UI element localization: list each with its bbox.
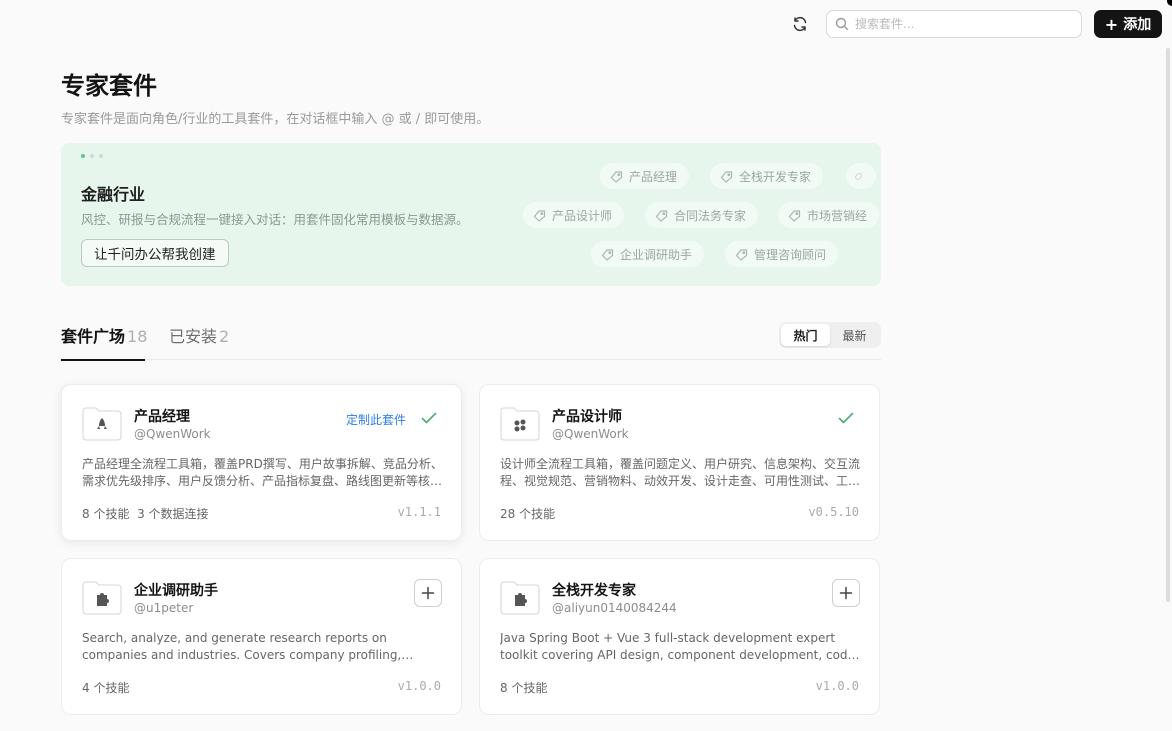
sort-latest[interactable]: 最新 (830, 324, 879, 346)
refresh-button[interactable] (788, 12, 812, 36)
card-description: 设计师全流程工具箱，覆盖问题定义、用户研究、信息架构、交互流程、视觉规范、营销物… (500, 457, 861, 488)
card-title: 全栈开发专家 (552, 583, 636, 599)
suite-card[interactable]: 产品设计师 @QwenWork 设计师全流程工具箱，覆盖问题定义、用户研究、信息… (479, 384, 880, 541)
card-version: v1.0.0 (397, 679, 441, 693)
install-button[interactable] (832, 579, 860, 607)
puzzle-folder-icon (82, 581, 122, 615)
tab-installed[interactable]: 已安装 2 (169, 323, 229, 360)
role-chip: 企业调研助手 (591, 241, 705, 267)
card-author: @u1peter (134, 601, 194, 615)
carousel-dot[interactable] (90, 154, 94, 158)
sort-hot[interactable]: 热门 (781, 324, 830, 346)
tag-icon (788, 209, 801, 222)
tab-bar: 套件广场 18 已安装 2 (61, 323, 881, 361)
add-button-label: 添加 (1123, 17, 1152, 33)
plus-icon: + (1104, 14, 1119, 34)
card-version: v0.5.10 (808, 505, 859, 519)
page-subtitle: 专家套件是面向角色/行业的工具套件，在对话框中输入 @ 或 / 即可使用。 (61, 112, 490, 127)
role-chip (846, 163, 876, 189)
check-icon (838, 412, 854, 424)
banner-title: 金融行业 (81, 185, 146, 204)
suite-card[interactable]: 产品经理 @QwenWork 定制此套件 产品经理全流程工具箱，覆盖PRD撰写、… (61, 384, 462, 541)
create-suite-button[interactable]: 让千问办公帮我创建 (81, 239, 229, 267)
banner-description: 风控、研报与合规流程一键接入对话：用套件固化常用模板与数据源。 (81, 212, 469, 227)
plus-icon (421, 586, 435, 600)
tag-icon (601, 248, 614, 261)
card-description: Search, analyze, and generate research r… (82, 631, 402, 662)
tag-icon (735, 248, 748, 261)
role-chip: 全栈开发专家 (710, 163, 824, 189)
rocket-folder-icon (82, 407, 122, 441)
card-version: v1.1.1 (397, 505, 441, 519)
refresh-icon (793, 16, 807, 32)
card-version: v1.0.0 (815, 679, 859, 693)
card-description: 产品经理全流程工具箱，覆盖PRD撰写、用户故事拆解、竞品分析、需求优先级排序、用… (82, 457, 443, 488)
carousel-dots (81, 154, 103, 158)
tab-count: 18 (127, 327, 148, 346)
role-chip: 产品经理 (600, 163, 690, 189)
card-title: 企业调研助手 (134, 583, 218, 599)
industry-banner: 金融行业 风控、研报与合规流程一键接入对话：用套件固化常用模板与数据源。 让千问… (61, 143, 881, 286)
search-box[interactable] (826, 10, 1082, 38)
carousel-dot[interactable] (81, 154, 85, 158)
role-chip: 产品设计师 (523, 202, 625, 228)
search-icon (835, 17, 849, 31)
card-description: Java Spring Boot + Vue 3 full-stack deve… (500, 631, 855, 662)
add-button[interactable]: + 添加 (1094, 10, 1162, 38)
palette-folder-icon (500, 407, 540, 441)
search-input[interactable] (855, 17, 1065, 31)
card-skills: 4 个技能 (82, 681, 130, 695)
tab-suite-plaza[interactable]: 套件广场 18 (61, 323, 148, 361)
card-skills: 28 个技能 (500, 507, 556, 521)
tag-icon (655, 209, 668, 222)
scrollbar[interactable] (1166, 48, 1170, 602)
puzzle-folder-icon (500, 581, 540, 615)
suite-card[interactable]: 全栈开发专家 @aliyun0140084244 Java Spring Boo… (479, 558, 880, 715)
check-icon (421, 412, 437, 424)
card-skills: 8 个技能 (500, 681, 548, 695)
role-chip: 市场营销经 (778, 202, 880, 228)
tab-count: 2 (219, 327, 230, 346)
tag-icon (854, 172, 862, 180)
install-button[interactable] (414, 579, 442, 607)
card-author: @QwenWork (552, 427, 629, 441)
card-author: @QwenWork (134, 427, 211, 441)
carousel-dot[interactable] (99, 154, 103, 158)
tag-icon (610, 170, 623, 183)
card-title: 产品经理 (134, 409, 190, 425)
card-title: 产品设计师 (552, 409, 622, 425)
suite-card[interactable]: 企业调研助手 @u1peter Search, analyze, and gen… (61, 558, 462, 715)
card-author: @aliyun0140084244 (552, 601, 677, 615)
role-chip: 管理咨询顾问 (725, 241, 839, 267)
top-bar: + 添加 (0, 0, 1172, 48)
tag-icon (720, 170, 733, 183)
sort-toggle: 热门 最新 (779, 322, 881, 348)
card-skills: 8 个技能 3 个数据连接 (82, 507, 209, 521)
page-title: 专家套件 (61, 72, 157, 100)
tag-icon (533, 209, 546, 222)
role-chip: 合同法务专家 (645, 202, 759, 228)
card-connections: 3 个数据连接 (137, 507, 209, 521)
plus-icon (839, 586, 853, 600)
customize-suite-link[interactable]: 定制此套件 (346, 411, 406, 428)
